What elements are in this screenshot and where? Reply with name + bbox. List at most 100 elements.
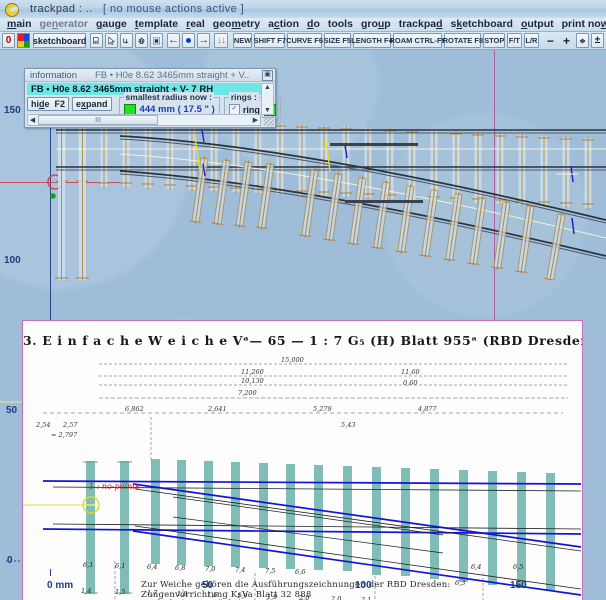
information-panel-horizontal-scrollbar[interactable]: ◀ III ▶ bbox=[27, 114, 261, 126]
zoom-reset-button[interactable]: ± bbox=[591, 33, 604, 48]
tool-bar[interactable]: 0 sketchboard ← → ↓↓ NEW SHIFT F7 CURVE … bbox=[0, 32, 606, 50]
expand-button[interactable]: e x pand bbox=[72, 97, 112, 111]
new-button[interactable]: NEW bbox=[232, 33, 253, 48]
svg-text:6,1: 6,1 bbox=[115, 562, 125, 570]
svg-text:11,60: 11,60 bbox=[401, 368, 420, 376]
menu-output[interactable]: output bbox=[517, 18, 558, 31]
information-panel-title: information bbox=[30, 69, 77, 81]
scrollbar-thumb[interactable]: III bbox=[38, 115, 158, 125]
menu-generator[interactable]: generator bbox=[36, 18, 92, 31]
shift-button[interactable]: SHIFT F7 bbox=[254, 33, 286, 48]
arrow-left-icon[interactable]: ← bbox=[167, 33, 181, 48]
svg-text:6,4: 6,4 bbox=[471, 563, 481, 571]
svg-text:5,43: 5,43 bbox=[341, 421, 355, 429]
menu-sketchboard[interactable]: sketchboard bbox=[447, 18, 517, 31]
menu-main[interactable]: main bbox=[3, 18, 36, 31]
drawing-footer: Zur Weiche gehören die Ausführungszeichn… bbox=[141, 580, 450, 600]
fit-width-button[interactable] bbox=[576, 33, 589, 48]
size-button[interactable]: SIZE F5 bbox=[324, 33, 351, 48]
information-panel-subtitle: FB • H0e 8.62 3465mm straight + V.. bbox=[95, 69, 250, 81]
menu-do[interactable]: do bbox=[303, 18, 324, 31]
ruler-label-x-150: 150 bbox=[510, 580, 527, 591]
ruler-tick-x-0 bbox=[50, 569, 51, 576]
menu-action[interactable]: action bbox=[264, 18, 303, 31]
scanned-drawing-panel[interactable]: 3. E i n f a с h e W e i с h e Vᵃ— 65 — … bbox=[22, 320, 583, 600]
menu-real[interactable]: real bbox=[182, 18, 209, 31]
svg-text:2,57: 2,57 bbox=[62, 421, 78, 429]
svg-text:6,6: 6,6 bbox=[295, 568, 305, 576]
svg-text:6,8: 6,8 bbox=[175, 564, 185, 572]
pacman-icon bbox=[2, 1, 22, 17]
globe-target-icon[interactable] bbox=[135, 33, 149, 48]
menu-geometry[interactable]: geometry bbox=[209, 18, 264, 31]
color-swatch-icon[interactable] bbox=[17, 33, 30, 48]
application-window: trackpad : .. [ no mouse actions active … bbox=[0, 0, 606, 600]
information-panel-vertical-scrollbar[interactable]: ▲ ▼ bbox=[261, 83, 274, 115]
svg-text:7,4: 7,4 bbox=[235, 566, 245, 574]
menu-template[interactable]: template bbox=[131, 18, 182, 31]
scroll-up-icon[interactable]: ▲ bbox=[264, 84, 271, 91]
length-button[interactable]: LENGTH F4 bbox=[351, 33, 393, 48]
counter-button[interactable]: 0 bbox=[2, 33, 15, 48]
drawing-canvas[interactable]: 150 100 50 0 3. E i n f a с h e W e i с … bbox=[0, 50, 606, 600]
svg-text:11,260: 11,260 bbox=[241, 368, 264, 376]
snap-point-icon[interactable] bbox=[120, 33, 134, 48]
svg-text:2,54: 2,54 bbox=[35, 421, 50, 429]
stop-button[interactable]: STOP bbox=[483, 33, 506, 48]
smallest-radius-label: smallest radius now : bbox=[123, 92, 214, 102]
svg-text:6,1: 6,1 bbox=[83, 561, 93, 569]
rings-label: rings : bbox=[228, 92, 259, 102]
flip-lr-button[interactable]: L/R bbox=[523, 33, 539, 48]
menu-trackpad[interactable]: trackpad bbox=[395, 18, 447, 31]
information-panel[interactable]: information FB • H0e 8.62 3465mm straigh… bbox=[24, 68, 281, 128]
scroll-left-icon[interactable]: ◀ bbox=[28, 116, 37, 124]
title-bar: trackpad : .. [ no mouse actions active … bbox=[0, 0, 606, 19]
window-title-text: trackpad : .. bbox=[30, 3, 93, 15]
resize-grip-icon[interactable] bbox=[264, 116, 274, 126]
dot-icon[interactable] bbox=[182, 33, 196, 48]
svg-text:6,5: 6,5 bbox=[513, 563, 523, 571]
zoom-out-button[interactable]: − bbox=[544, 33, 557, 48]
scroll-down-icon[interactable]: ▼ bbox=[264, 107, 271, 114]
svg-text:7,0: 7,0 bbox=[205, 565, 215, 573]
svg-text:7,5: 7,5 bbox=[265, 567, 275, 575]
drawing-vectors: 15,000 11,260 10,130 7,200 11,60 0,60 6,… bbox=[23, 356, 582, 600]
svg-text:4,877: 4,877 bbox=[417, 405, 437, 413]
information-panel-titlebar[interactable]: information FB • H0e 8.62 3465mm straigh… bbox=[25, 69, 275, 82]
svg-text:15,000: 15,000 bbox=[281, 356, 304, 364]
svg-text:0,60: 0,60 bbox=[403, 379, 417, 387]
ruler-label-x-100: 100 bbox=[355, 580, 372, 591]
window-title: trackpad : .. [ no mouse actions active … bbox=[30, 3, 244, 15]
svg-text:6,3: 6,3 bbox=[455, 579, 465, 587]
svg-text:1,4: 1,4 bbox=[81, 587, 91, 595]
rotate-button[interactable]: ROTATE F8 bbox=[443, 33, 483, 48]
svg-text:6,862: 6,862 bbox=[125, 405, 144, 413]
sketchboard-button[interactable]: sketchboard bbox=[33, 33, 86, 48]
ruler-label-x-50: 50 bbox=[202, 580, 214, 591]
menu-gauge[interactable]: gauge bbox=[92, 18, 131, 31]
arrow-right-icon[interactable]: → bbox=[197, 33, 211, 48]
svg-text:7,200: 7,200 bbox=[238, 389, 257, 397]
menu-bar[interactable]: main generator gauge template real geome… bbox=[0, 18, 606, 32]
zoom-in-button[interactable]: + bbox=[560, 33, 573, 48]
svg-text:5,279: 5,279 bbox=[313, 405, 332, 413]
flip-ft-button[interactable]: F/T bbox=[507, 33, 522, 48]
page-preview-icon[interactable] bbox=[90, 33, 104, 48]
svg-text:= 2,797: = 2,797 bbox=[51, 431, 78, 439]
mouse-mode-status: [ no mouse actions active ] bbox=[103, 3, 245, 15]
pointer-arrow-icon[interactable] bbox=[105, 33, 119, 48]
ring-checkbox-label: ring bbox=[242, 104, 260, 115]
ruler-label-x-0: 0 mm bbox=[47, 580, 74, 591]
hide-button[interactable]: hi d e F2 bbox=[27, 97, 70, 111]
roam-button[interactable]: ROAM CTRL-F9 bbox=[389, 33, 446, 48]
svg-text:1 : no-pointe: 1 : no-pointe bbox=[89, 482, 140, 491]
curve-button[interactable]: CURVE F6 bbox=[286, 33, 323, 48]
restore-window-icon[interactable]: ▣ bbox=[262, 69, 273, 81]
frame-select-icon[interactable] bbox=[150, 33, 164, 48]
menu-tools[interactable]: tools bbox=[324, 18, 357, 31]
svg-text:1,5: 1,5 bbox=[115, 588, 125, 596]
double-down-arrow-icon[interactable]: ↓↓ bbox=[214, 33, 228, 48]
scroll-right-icon[interactable]: ▶ bbox=[251, 116, 260, 124]
menu-print-now[interactable]: print now! bbox=[558, 18, 606, 31]
menu-group[interactable]: group bbox=[357, 18, 395, 31]
